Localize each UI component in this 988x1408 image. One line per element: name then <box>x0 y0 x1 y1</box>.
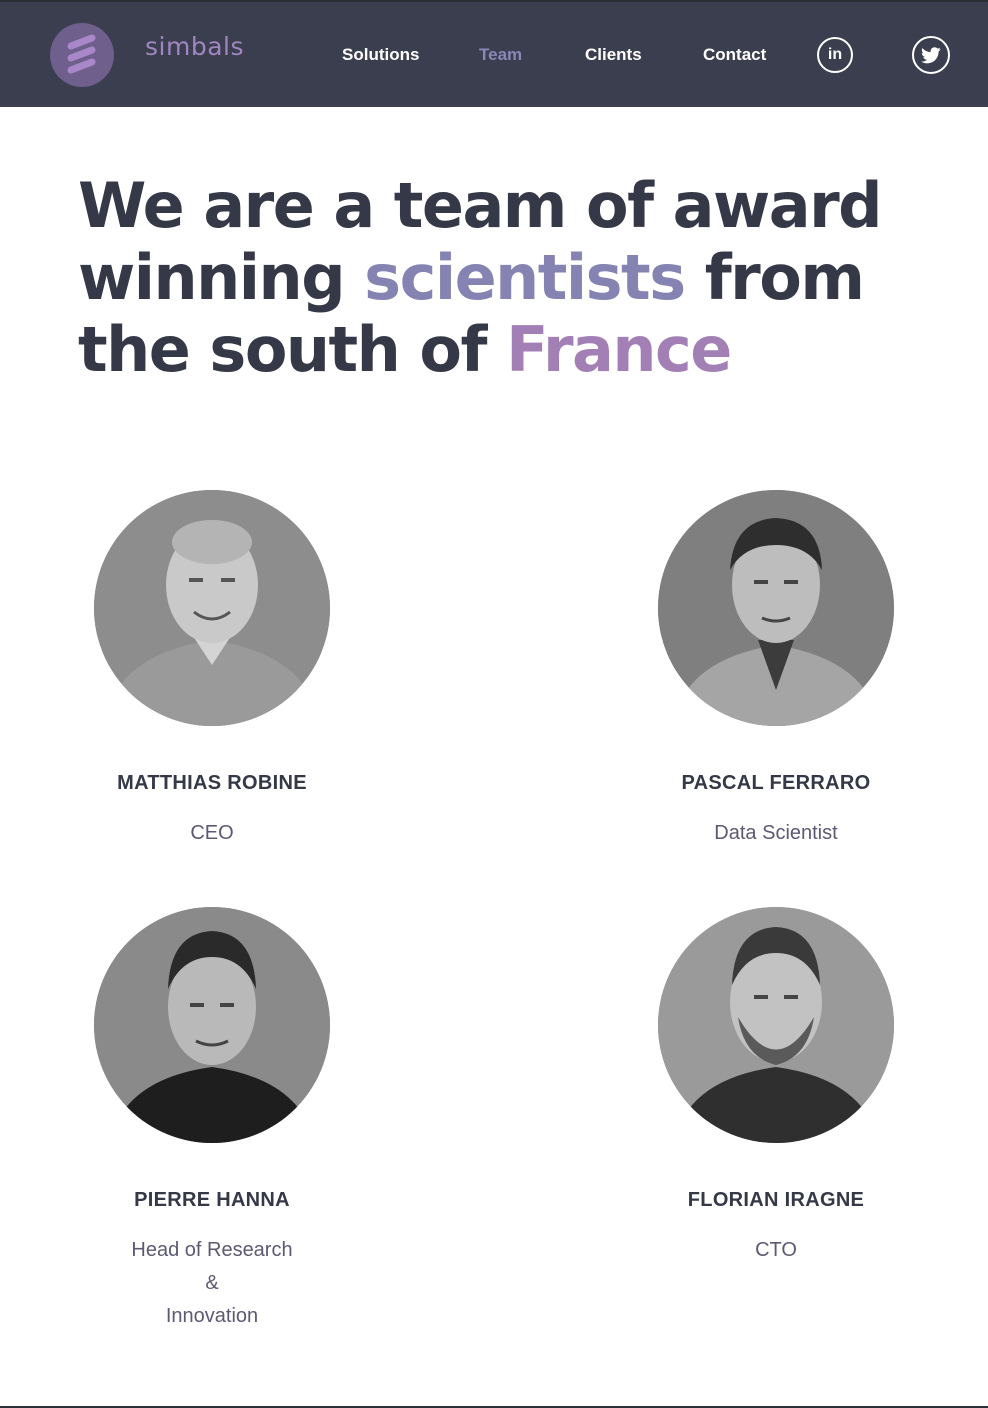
member-photo <box>94 907 330 1143</box>
member-role-line: Data Scientist <box>714 822 838 844</box>
member-name: MATTHIAS ROBINE <box>117 772 307 794</box>
nav-contact[interactable]: Contact <box>703 45 766 65</box>
brand-name[interactable]: simbals <box>145 32 244 61</box>
member-role-line: CEO <box>190 822 234 844</box>
headline-highlight-france: France <box>506 313 732 386</box>
nav-team[interactable]: Team <box>479 45 522 65</box>
linkedin-label: in <box>827 46 843 63</box>
team-member-card: MATTHIAS ROBINE CEO <box>62 490 362 850</box>
team-member-card: PIERRE HANNA Head of Research & Innovati… <box>62 907 362 1333</box>
member-photo <box>658 907 894 1143</box>
headline-highlight-scientists: scientists <box>364 241 686 314</box>
member-name: PIERRE HANNA <box>134 1189 290 1211</box>
member-role-line: Head of Research <box>131 1239 293 1261</box>
site-header: simbals Solutions Team Clients Contact i… <box>0 0 988 107</box>
twitter-icon[interactable] <box>912 36 950 74</box>
member-role: CEO <box>62 817 362 850</box>
page: simbals Solutions Team Clients Contact i… <box>0 0 988 1408</box>
logo-icon[interactable] <box>50 23 114 87</box>
member-role-line: Innovation <box>165 1305 259 1327</box>
nav-clients[interactable]: Clients <box>585 45 642 65</box>
headline: We are a team of award winning scientist… <box>78 170 958 386</box>
member-role: CTO <box>626 1234 926 1267</box>
linkedin-icon[interactable]: in <box>817 37 853 73</box>
member-photo <box>94 490 330 726</box>
team-member-card: FLORIAN IRAGNE CTO <box>626 907 926 1267</box>
nav-solutions[interactable]: Solutions <box>342 45 419 65</box>
member-role: Data Scientist <box>626 817 926 850</box>
member-role: Head of Research & Innovation <box>62 1234 362 1333</box>
member-role-line: & <box>205 1272 219 1294</box>
member-role-line: CTO <box>755 1239 797 1261</box>
member-name: FLORIAN IRAGNE <box>687 1189 865 1211</box>
team-member-card: PASCAL FERRARO Data Scientist <box>626 490 926 850</box>
member-name: PASCAL FERRARO <box>681 772 871 794</box>
member-photo <box>658 490 894 726</box>
